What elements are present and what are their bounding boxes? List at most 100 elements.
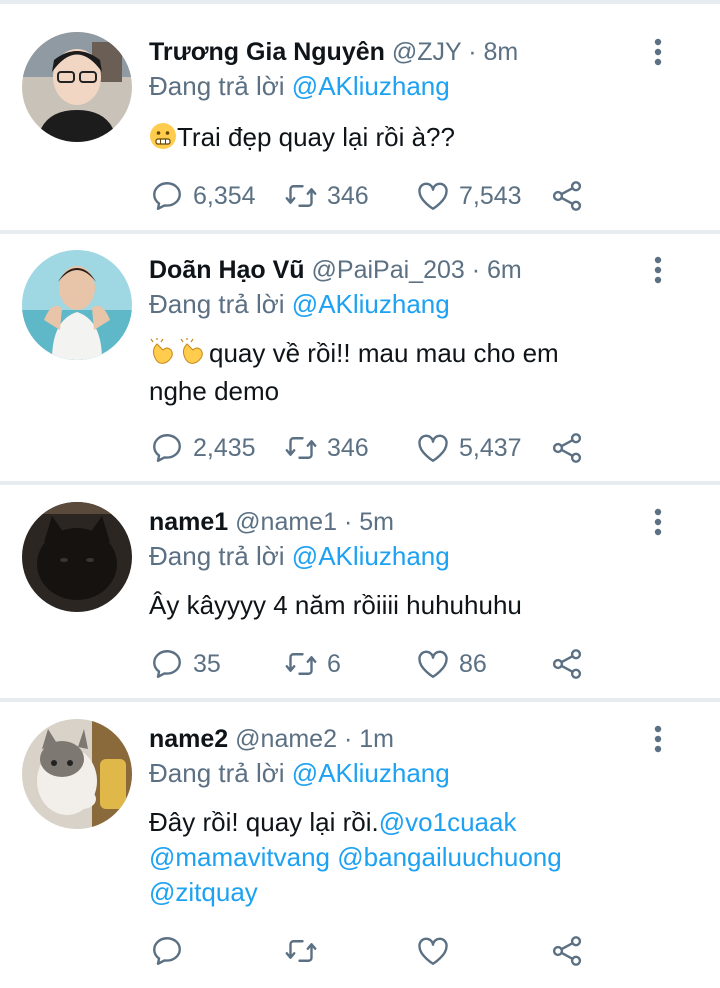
retweet-button[interactable] (283, 931, 327, 971)
timestamp[interactable]: 6m (487, 256, 522, 284)
replying-to: Đang trả lời @AKliuzhang (149, 536, 450, 576)
clapping-hands-icon (149, 338, 179, 374)
more-options-icon[interactable] (646, 36, 670, 68)
reply-icon (153, 434, 181, 462)
share-icon (552, 181, 582, 211)
retweet-button[interactable]: 346 (283, 428, 369, 468)
replying-to-mention[interactable]: @AKliuzhang (292, 289, 450, 319)
divider (0, 0, 720, 4)
replying-prefix: Đang trả lời (149, 289, 285, 319)
replies-feed: Trương Gia Nguyên @ZJY · 8m Đang trả lời… (0, 0, 720, 988)
like-button[interactable] (415, 931, 459, 971)
reply-button[interactable]: 6,354 (149, 176, 256, 216)
share-button[interactable] (549, 176, 585, 216)
timestamp[interactable]: 1m (359, 725, 394, 753)
tweet-actions: 2,435 346 5,437 (149, 428, 689, 468)
avatar[interactable] (22, 719, 132, 829)
tweet-text: Trai đẹp quay lại rồi à?? (149, 120, 669, 158)
tweet-text-content: Đây rồi! quay lại rồi. (149, 807, 379, 837)
retweet-count: 346 (327, 181, 369, 210)
user-handle[interactable]: @ZJY (392, 38, 461, 66)
display-name[interactable]: name1 (149, 508, 228, 536)
replying-prefix: Đang trả lời (149, 541, 285, 571)
reply-tweet[interactable]: Doãn Hạo Vũ @PaiPai_203 · 6m Đang trả lờ… (0, 250, 720, 480)
retweet-button[interactable]: 346 (283, 176, 369, 216)
avatar[interactable] (22, 250, 132, 360)
user-handle[interactable]: @name1 (235, 508, 337, 536)
more-options-icon[interactable] (646, 506, 670, 538)
retweet-icon (285, 185, 317, 207)
user-handle[interactable]: @name2 (235, 725, 337, 753)
share-icon (552, 433, 582, 463)
avatar[interactable] (22, 502, 132, 612)
reply-icon (153, 937, 181, 965)
reply-tweet[interactable]: name1 @name1 · 5m Đang trả lời @AKliuzha… (0, 502, 720, 697)
mention-link[interactable]: @bangailuuchuong (337, 842, 561, 872)
share-button[interactable] (549, 644, 585, 684)
share-icon (552, 936, 582, 966)
replying-to-mention[interactable]: @AKliuzhang (292, 758, 450, 788)
avatar-image (22, 502, 132, 612)
tweet-actions: 35 6 86 (149, 644, 689, 684)
replying-to-mention[interactable]: @AKliuzhang (292, 541, 450, 571)
heart-icon (418, 434, 448, 462)
reply-tweet[interactable]: name2 @name2 · 1m Đang trả lời @AKliuzha… (0, 719, 720, 984)
mention-link[interactable]: @zitquay (149, 877, 258, 907)
display-name[interactable]: Trương Gia Nguyên (149, 38, 385, 66)
mention-link[interactable]: @mamavitvang (149, 842, 330, 872)
replying-prefix: Đang trả lời (149, 758, 285, 788)
share-button[interactable] (549, 428, 585, 468)
avatar-image (22, 719, 132, 829)
mention-link[interactable]: @vo1cuaak (379, 807, 517, 837)
divider (0, 230, 720, 234)
timestamp[interactable]: 8m (483, 38, 518, 66)
tweet-actions (149, 931, 689, 971)
separator-dot: · (468, 38, 477, 66)
share-button[interactable] (549, 931, 585, 971)
tweet-text-line: quay về rồi!! mau mau cho em (209, 338, 559, 368)
tweet-text: Ây kâyyyy 4 năm rồiiii huhuhuhu (149, 590, 522, 620)
more-options-icon[interactable] (646, 723, 670, 755)
reply-icon (153, 650, 181, 678)
timestamp[interactable]: 5m (359, 508, 394, 536)
separator-dot: · (343, 508, 353, 536)
display-name[interactable]: name2 (149, 725, 228, 753)
replying-to: Đang trả lời @AKliuzhang (149, 284, 450, 324)
more-options-icon[interactable] (646, 254, 670, 286)
reply-icon (153, 182, 181, 210)
like-count: 86 (459, 649, 487, 678)
like-count: 7,543 (459, 181, 522, 210)
replying-to-mention[interactable]: @AKliuzhang (292, 71, 450, 101)
user-handle[interactable]: @PaiPai_203 (312, 256, 465, 284)
reply-count: 6,354 (193, 181, 256, 210)
share-icon (552, 649, 582, 679)
replying-prefix: Đang trả lời (149, 71, 285, 101)
like-button[interactable]: 86 (415, 644, 487, 684)
like-button[interactable]: 5,437 (415, 428, 522, 468)
retweet-button[interactable]: 6 (283, 644, 341, 684)
heart-icon (418, 182, 448, 210)
tweet-text: Đây rồi! quay lại rồi.@vo1cuaak @mamavit… (149, 805, 709, 910)
avatar-image (22, 32, 132, 142)
separator-dot: · (471, 256, 481, 284)
separator-dot: · (343, 725, 353, 753)
reply-button[interactable]: 2,435 (149, 428, 256, 468)
retweet-icon (285, 437, 317, 459)
grimacing-face-icon (149, 122, 177, 158)
display-name[interactable]: Doãn Hạo Vũ (149, 256, 305, 284)
like-count: 5,437 (459, 433, 522, 462)
tweet-actions: 6,354 346 7,543 (149, 176, 689, 216)
reply-button[interactable] (149, 931, 193, 971)
heart-icon (418, 650, 448, 678)
like-button[interactable]: 7,543 (415, 176, 522, 216)
retweet-count: 346 (327, 433, 369, 462)
reply-tweet[interactable]: Trương Gia Nguyên @ZJY · 8m Đang trả lời… (0, 32, 720, 232)
divider (0, 698, 720, 702)
divider (0, 481, 720, 485)
tweet-text-line: nghe demo (149, 376, 280, 406)
avatar-image (22, 250, 132, 360)
avatar[interactable] (22, 32, 132, 142)
reply-button[interactable]: 35 (149, 644, 221, 684)
retweet-icon (285, 653, 317, 675)
reply-count: 35 (193, 649, 221, 678)
